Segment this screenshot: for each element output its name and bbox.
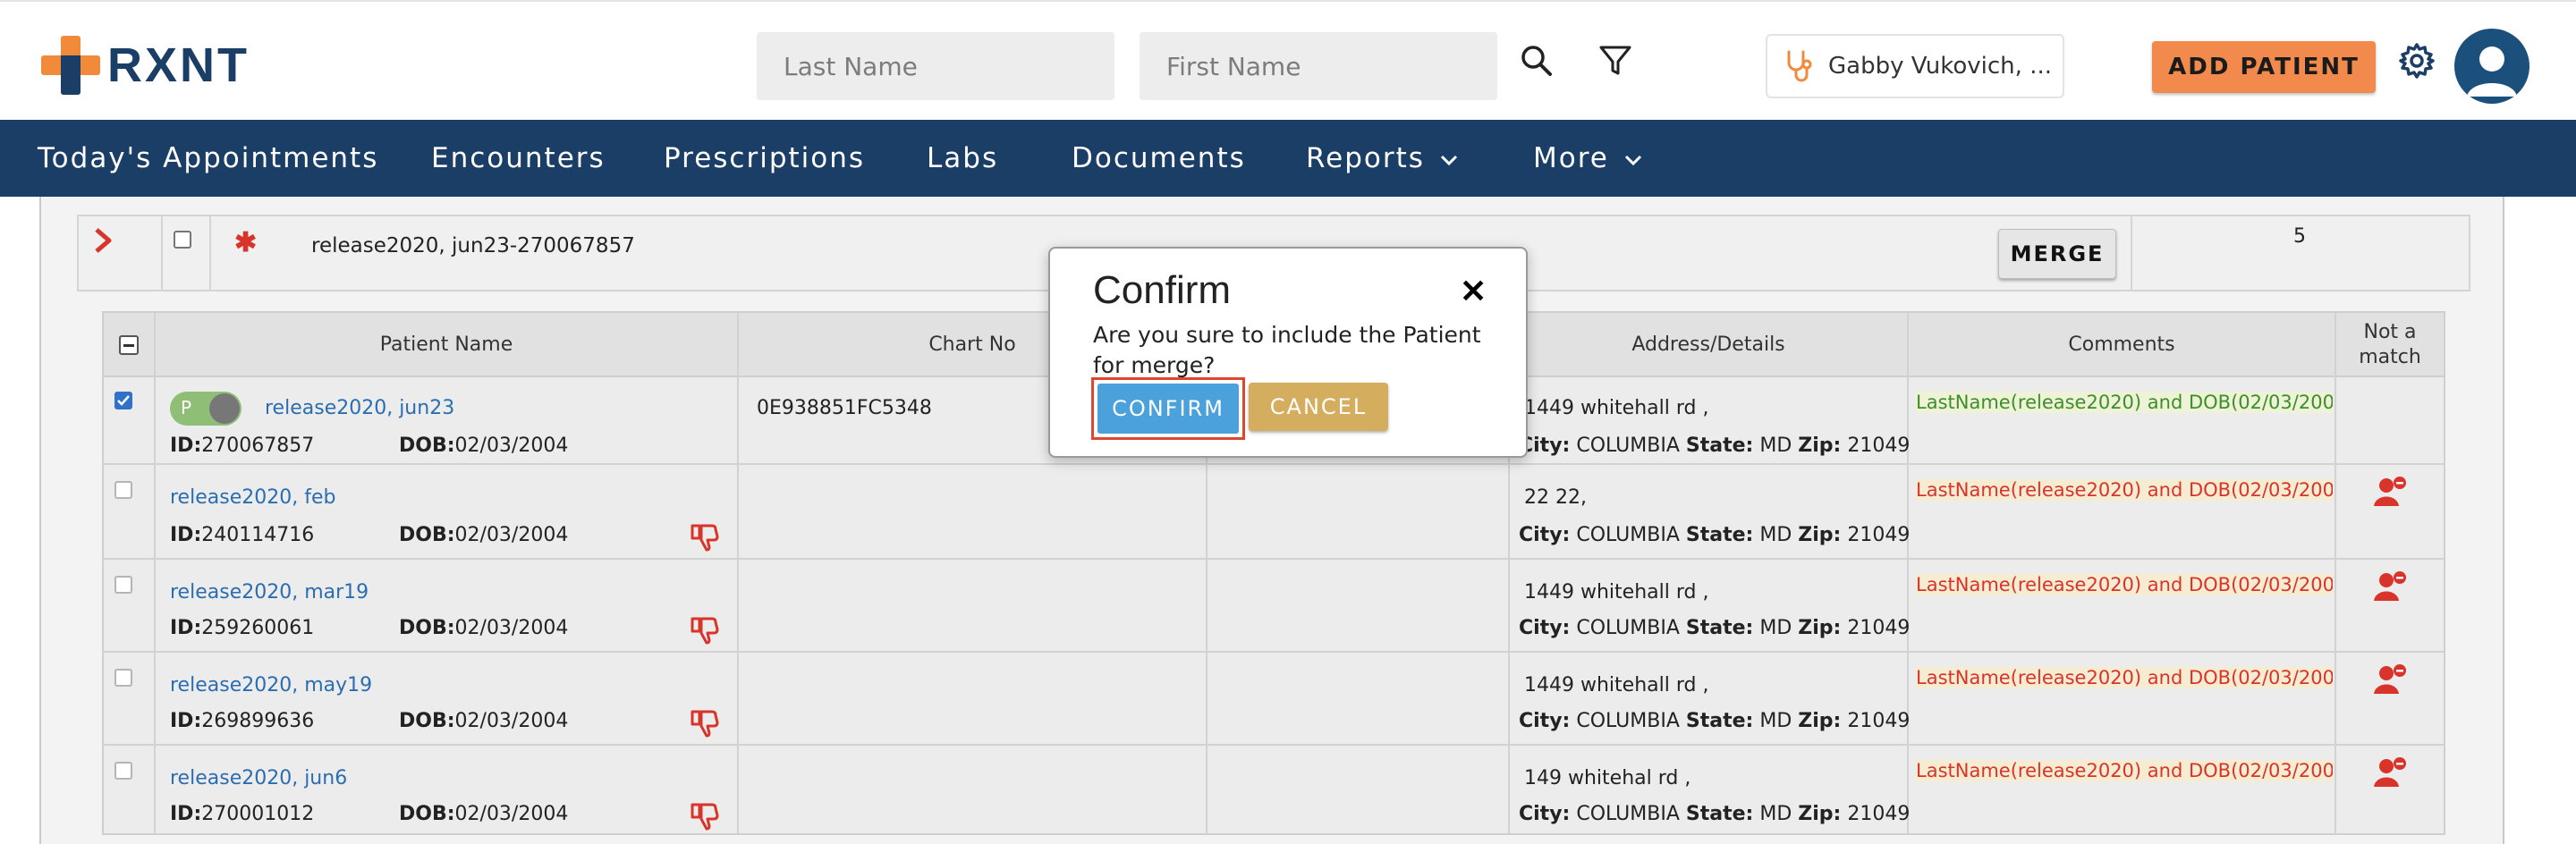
- rxnt-logo[interactable]: RXNT: [41, 36, 250, 95]
- col-comments[interactable]: Comments: [1909, 313, 2334, 377]
- confirm-dialog: Confirm ✕ Are you sure to include the Pa…: [1048, 247, 1528, 458]
- col-address[interactable]: Address/Details: [1510, 313, 1907, 377]
- app-header: RXNT Gabby Vukovich, ... ADD PATIENT: [0, 0, 2576, 120]
- patient-dob: DOB:02/03/2004: [399, 803, 569, 825]
- address-details: City: COLUMBIA State: MD Zip: 21049: [1519, 435, 1911, 457]
- address-details: City: COLUMBIA State: MD Zip: 21049: [1519, 617, 1911, 639]
- chevron-down-icon: [1440, 155, 1457, 165]
- patient-dob: DOB:02/03/2004: [399, 710, 569, 732]
- provider-name: Gabby Vukovich, ...: [1828, 53, 2052, 80]
- nav-reports[interactable]: Reports: [1306, 120, 1459, 197]
- group-count: 5: [2293, 225, 2306, 248]
- stethoscope-icon: [1787, 50, 1812, 82]
- match-comment: LastName(release2020) and DOB(02/03/2004…: [1916, 392, 2333, 413]
- match-comment: LastName(release2020) and DOB(02/03/2004…: [1916, 667, 2333, 688]
- filter-icon[interactable]: [1596, 41, 1635, 80]
- thumbs-down-icon[interactable]: [689, 522, 719, 553]
- not-a-match-user-icon[interactable]: [2372, 476, 2408, 508]
- gear-icon[interactable]: [2397, 41, 2436, 80]
- match-comment: LastName(release2020) and DOB(02/03/2004…: [1916, 479, 2333, 501]
- rxnt-cross-icon: [41, 36, 100, 95]
- table-row: release2020, jun6 ID:270001012 DOB:02/03…: [104, 747, 2444, 833]
- address-details: City: COLUMBIA State: MD Zip: 21049: [1519, 803, 1911, 825]
- user-icon: [2467, 46, 2517, 97]
- group-checkbox[interactable]: [174, 231, 191, 249]
- add-patient-button[interactable]: ADD PATIENT: [2152, 41, 2376, 93]
- select-all-cell: [104, 313, 154, 377]
- row-checkbox[interactable]: [114, 392, 132, 409]
- patient-id: ID:259260061: [170, 617, 315, 639]
- primary-toggle[interactable]: P: [170, 392, 242, 426]
- asterisk-icon: ✱: [234, 228, 258, 257]
- table-row: release2020, mar19 ID:259260061 DOB:02/0…: [104, 561, 2444, 653]
- first-name-input[interactable]: [1140, 32, 1497, 100]
- address-line: 22 22,: [1524, 486, 1587, 509]
- not-a-match-user-icon[interactable]: [2372, 663, 2408, 696]
- address-line: 149 whitehal rd ,: [1524, 767, 1691, 789]
- cancel-button[interactable]: CANCEL: [1249, 383, 1388, 431]
- match-comment: LastName(release2020) and DOB(02/03/2004…: [1916, 574, 2333, 595]
- chevron-down-icon: [1624, 155, 1641, 165]
- nav-encounters[interactable]: Encounters: [431, 120, 606, 197]
- search-icon[interactable]: [1517, 41, 1556, 80]
- dialog-title: Confirm: [1093, 268, 1232, 312]
- confirm-highlight: CONFIRM: [1091, 377, 1245, 440]
- row-checkbox[interactable]: [114, 762, 132, 780]
- row-checkbox[interactable]: [114, 481, 132, 499]
- patient-dob: DOB:02/03/2004: [399, 524, 569, 546]
- provider-selector[interactable]: Gabby Vukovich, ...: [1766, 34, 2064, 98]
- patient-dob: DOB:02/03/2004: [399, 617, 569, 639]
- patient-name-link[interactable]: release2020, mar19: [170, 581, 369, 603]
- col-not-a-match[interactable]: Not a match: [2336, 313, 2444, 377]
- patient-dob: DOB:02/03/2004: [399, 435, 569, 457]
- nav-todays-appointments[interactable]: Today's Appointments: [38, 120, 378, 197]
- patient-id: ID:270001012: [170, 803, 315, 825]
- not-a-match-user-icon[interactable]: [2372, 570, 2408, 603]
- nav-labs[interactable]: Labs: [927, 120, 998, 197]
- table-row: release2020, may19 ID:269899636 DOB:02/0…: [104, 654, 2444, 746]
- main-nav: Today's Appointments Encounters Prescrip…: [0, 120, 2576, 197]
- address-line: 1449 whitehall rd ,: [1524, 581, 1709, 603]
- address-details: City: COLUMBIA State: MD Zip: 21049: [1519, 524, 1911, 546]
- patient-id: ID:270067857: [170, 435, 315, 457]
- expand-chevron-icon[interactable]: [93, 227, 114, 254]
- chart-no: 0E938851FC5348: [757, 397, 932, 419]
- not-a-match-user-icon[interactable]: [2372, 756, 2408, 789]
- nav-more[interactable]: More: [1533, 120, 1643, 197]
- thumbs-down-icon[interactable]: [689, 801, 719, 831]
- check-icon: [117, 395, 130, 406]
- address-line: 1449 whitehall rd ,: [1524, 674, 1709, 696]
- patient-name-link[interactable]: release2020, may19: [170, 674, 372, 696]
- logo-text: RXNT: [107, 38, 250, 92]
- patient-name-link[interactable]: release2020, jun23: [265, 397, 454, 419]
- select-all-checkbox[interactable]: [119, 335, 139, 355]
- address-details: City: COLUMBIA State: MD Zip: 21049: [1519, 710, 1911, 732]
- merge-button[interactable]: MERGE: [1998, 229, 2116, 279]
- dialog-message: Are you sure to include the Patient for …: [1093, 322, 1481, 378]
- nav-prescriptions[interactable]: Prescriptions: [664, 120, 865, 197]
- row-checkbox[interactable]: [114, 576, 132, 594]
- confirm-button[interactable]: CONFIRM: [1097, 384, 1239, 434]
- last-name-input[interactable]: [757, 32, 1114, 100]
- row-checkbox[interactable]: [114, 669, 132, 687]
- toggle-label: P: [181, 397, 192, 418]
- thumbs-down-icon[interactable]: [689, 615, 719, 646]
- col-patient-name[interactable]: Patient Name: [156, 313, 737, 377]
- user-avatar[interactable]: [2454, 29, 2529, 104]
- address-line: 1449 whitehall rd ,: [1524, 397, 1709, 419]
- group-name: release2020, jun23-270067857: [311, 234, 635, 257]
- close-icon[interactable]: ✕: [1460, 275, 1487, 308]
- thumbs-down-icon[interactable]: [689, 708, 719, 738]
- patient-id: ID:240114716: [170, 524, 315, 546]
- nav-documents[interactable]: Documents: [1072, 120, 1246, 197]
- patient-name-link[interactable]: release2020, feb: [170, 486, 335, 509]
- patient-name-link[interactable]: release2020, jun6: [170, 767, 347, 789]
- table-row: release2020, feb ID:240114716 DOB:02/03/…: [104, 467, 2444, 560]
- patient-id: ID:269899636: [170, 710, 315, 732]
- match-comment: LastName(release2020) and DOB(02/03/2004…: [1916, 760, 2333, 781]
